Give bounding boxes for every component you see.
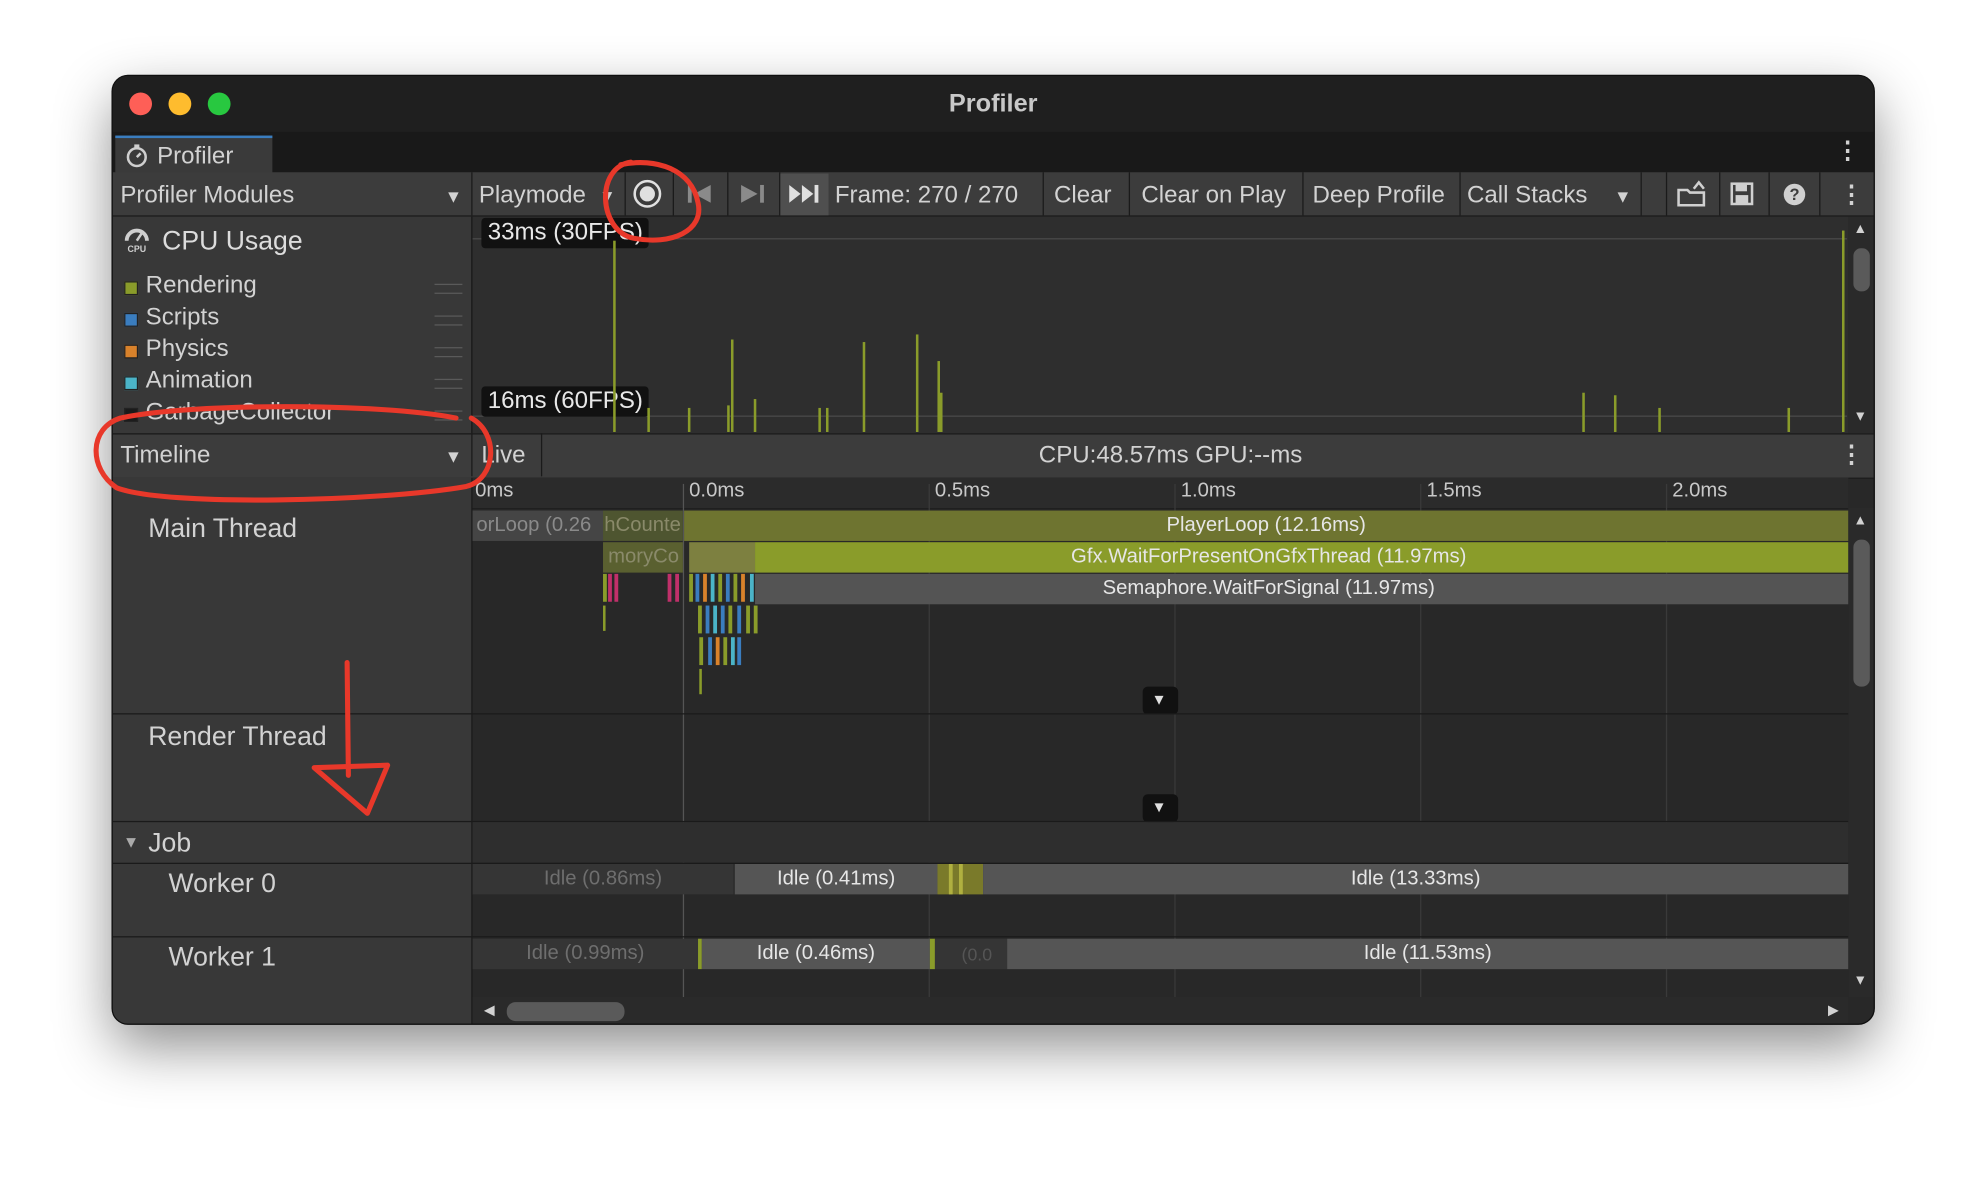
annotation-layer — [93, 159, 702, 816]
timeline-dropdown-circle-annotation — [93, 404, 494, 503]
down-arrow-shaft-annotation — [344, 660, 351, 778]
record-button-circle-annotation — [603, 159, 702, 243]
down-arrow-head-annotation — [311, 762, 391, 816]
